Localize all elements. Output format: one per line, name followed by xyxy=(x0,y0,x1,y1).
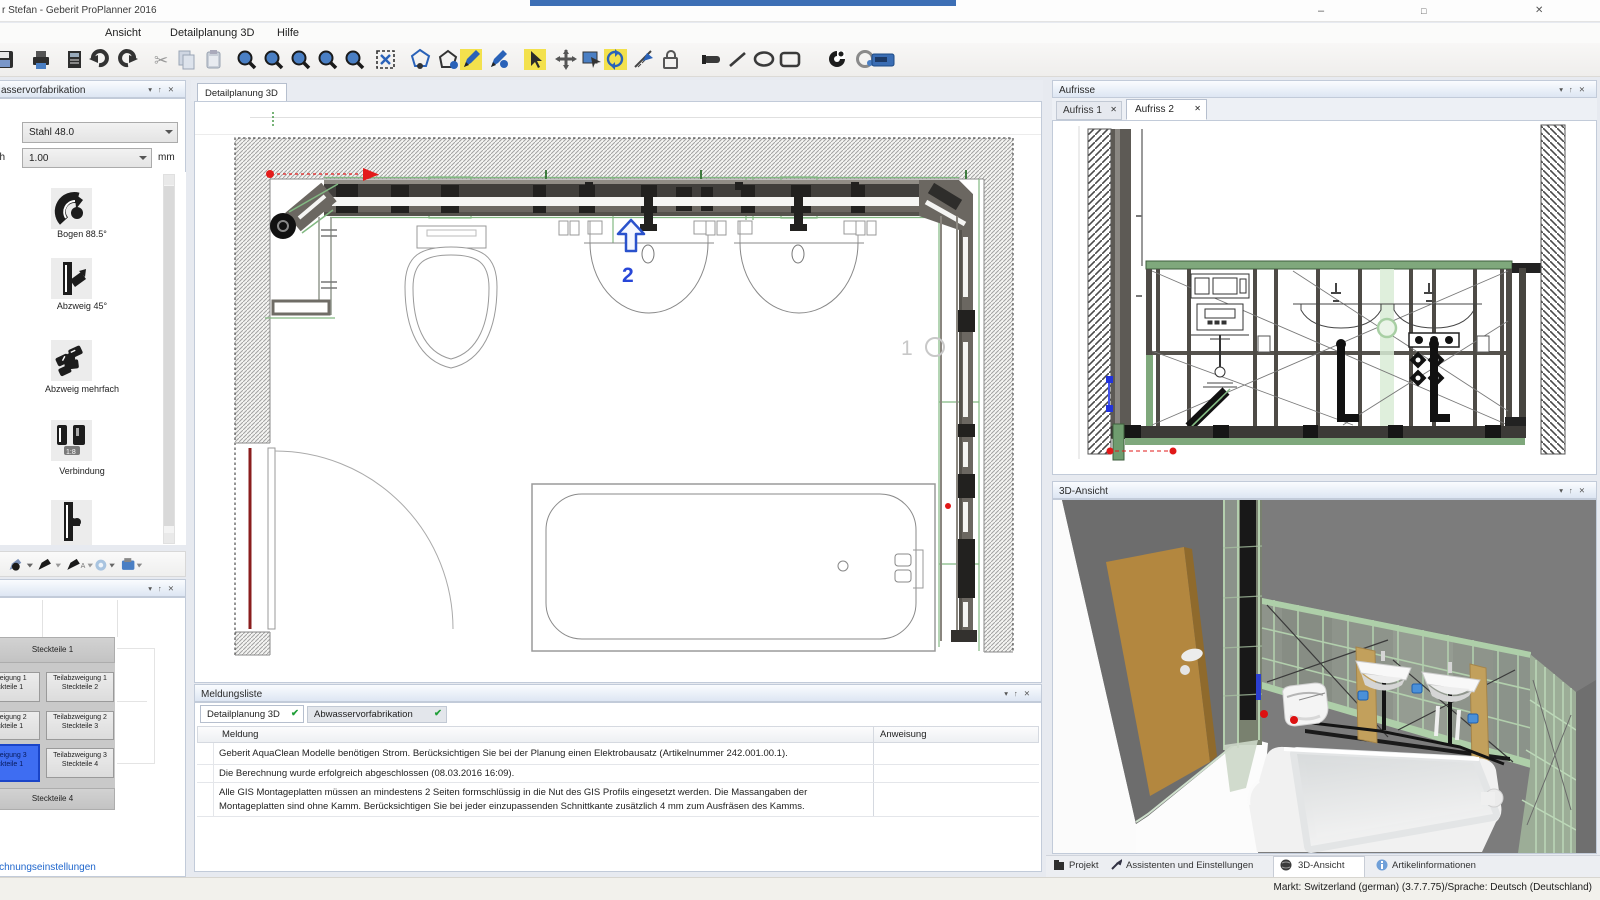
svg-text:✂: ✂ xyxy=(154,51,168,70)
svg-text:1: 1 xyxy=(901,337,913,360)
svg-text:A: A xyxy=(81,563,86,570)
svg-text:1:8: 1:8 xyxy=(66,449,76,456)
svg-text:2: 2 xyxy=(622,264,634,287)
